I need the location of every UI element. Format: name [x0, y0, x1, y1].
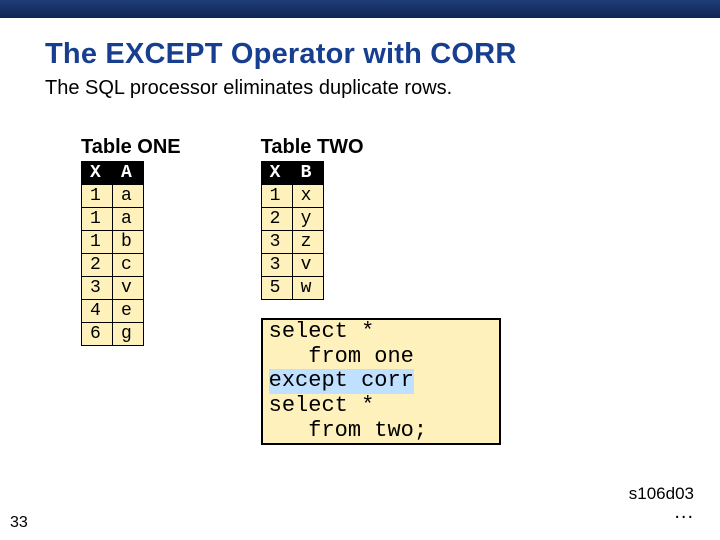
query-highlight-except: except	[269, 369, 348, 394]
table-cell: 5	[261, 277, 292, 300]
query-line: from two;	[269, 418, 427, 443]
table-cell: v	[113, 277, 144, 300]
table-row: 3v	[261, 254, 323, 277]
query-line: select *	[269, 393, 375, 418]
table-cell: y	[292, 208, 323, 231]
table-cell: z	[292, 231, 323, 254]
table-row: 6g	[82, 323, 144, 346]
table-cell: g	[113, 323, 144, 346]
table-one-label: Table ONE	[81, 136, 181, 159]
continuation-dots: ...	[674, 501, 694, 523]
table-cell: a	[113, 208, 144, 231]
slide-subtitle: The SQL processor eliminates duplicate r…	[45, 77, 690, 100]
table-cell: b	[113, 231, 144, 254]
table-row: 1x	[261, 185, 323, 208]
table-cell: e	[113, 300, 144, 323]
table-one: X A 1a 1a 1b 2c 3v 4e 6g	[81, 161, 144, 346]
query-line: select *	[269, 319, 375, 344]
table-row: 1b	[82, 231, 144, 254]
table-row: 1a	[82, 208, 144, 231]
table-cell: x	[292, 185, 323, 208]
table-header-cell: A	[113, 162, 144, 185]
table-two-block: Table TWO X B 1x 2y 3z 3v 5w select * fr…	[261, 136, 501, 445]
table-row: 3v	[82, 277, 144, 300]
table-cell: w	[292, 277, 323, 300]
table-cell: v	[292, 254, 323, 277]
query-line: from one	[269, 344, 414, 369]
table-cell: 1	[82, 231, 113, 254]
table-header-cell: X	[82, 162, 113, 185]
table-cell: 1	[82, 208, 113, 231]
sql-query: select * from one except corr select * f…	[261, 318, 501, 445]
slide-code: s106d03 ...	[629, 485, 694, 522]
table-cell: 4	[82, 300, 113, 323]
header-bar	[0, 0, 720, 18]
slide-title: The EXCEPT Operator with CORR	[45, 38, 690, 71]
table-two: X B 1x 2y 3z 3v 5w	[261, 161, 324, 300]
table-cell: a	[113, 185, 144, 208]
table-cell: 3	[261, 254, 292, 277]
table-cell: 1	[261, 185, 292, 208]
table-row: 3z	[261, 231, 323, 254]
table-header-cell: X	[261, 162, 292, 185]
table-row: 4e	[82, 300, 144, 323]
table-cell: 3	[261, 231, 292, 254]
table-cell: 1	[82, 185, 113, 208]
table-cell: 2	[261, 208, 292, 231]
table-cell: c	[113, 254, 144, 277]
table-two-label: Table TWO	[261, 136, 501, 159]
table-row: 1a	[82, 185, 144, 208]
table-cell: 6	[82, 323, 113, 346]
table-one-block: Table ONE X A 1a 1a 1b 2c 3v 4e 6g	[81, 136, 181, 445]
tables-row: Table ONE X A 1a 1a 1b 2c 3v 4e 6g Table…	[45, 136, 690, 445]
table-row: X B	[261, 162, 323, 185]
slide-number: 33	[10, 514, 28, 532]
table-cell: 2	[82, 254, 113, 277]
table-row: 2c	[82, 254, 144, 277]
table-row: 2y	[261, 208, 323, 231]
table-cell: 3	[82, 277, 113, 300]
table-header-cell: B	[292, 162, 323, 185]
table-row: X A	[82, 162, 144, 185]
slide-body: The EXCEPT Operator with CORR The SQL pr…	[0, 18, 720, 540]
query-highlight-corr: corr	[348, 369, 414, 394]
table-row: 5w	[261, 277, 323, 300]
